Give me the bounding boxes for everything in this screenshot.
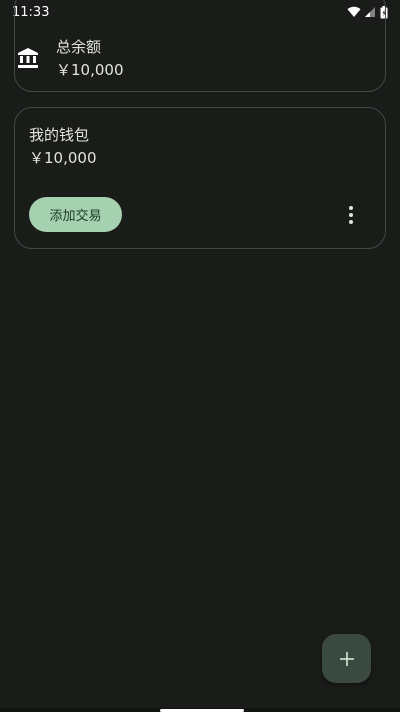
plus-icon [339, 651, 354, 666]
more-dot [349, 206, 353, 210]
app-screen: 11:33 总余额 ￥10,000 我的钱包 ￥10,000 添加交易 [0, 0, 400, 712]
total-balance-row: 总余额 ￥10,000 [14, 36, 124, 80]
more-dot [349, 220, 353, 224]
more-vert-icon[interactable] [339, 204, 363, 226]
wallet-card[interactable]: 我的钱包 ￥10,000 添加交易 [14, 107, 386, 249]
wallet-balance: ￥10,000 [29, 149, 97, 167]
bank-icon [18, 48, 38, 68]
more-dot [349, 213, 353, 217]
total-balance-amount: ￥10,000 [56, 61, 124, 79]
wallet-name: 我的钱包 [29, 126, 90, 144]
total-balance-text: 总余额 ￥10,000 [56, 36, 124, 80]
add-transaction-button[interactable]: 添加交易 [29, 197, 122, 232]
add-wallet-fab[interactable] [322, 634, 371, 683]
total-balance-title: 总余额 [56, 38, 102, 56]
